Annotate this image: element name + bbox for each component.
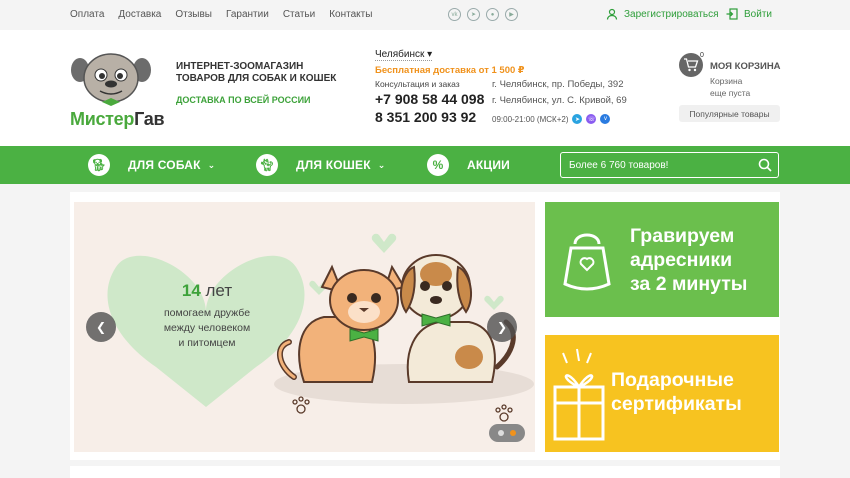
slide-years-number: 14 [181,281,201,300]
engraving-banner-text: Гравируем адресники за 2 минуты [630,224,747,296]
viber-icon[interactable]: ☏ [586,114,597,124]
gift-line-2: сертификаты [611,393,742,415]
nav-link-guarantees[interactable]: Гарантии [226,9,269,20]
gift-line-1: Подарочные [611,369,734,391]
logo-wordmark[interactable]: МистерГав [70,109,165,130]
slider-prev-button[interactable]: ❮ [86,312,116,342]
chevron-down-icon: ▾ [427,49,433,60]
slide-caption: помогаем дружбе между человеком и питомц… [126,306,288,351]
cart-status-line-1: Корзина [710,76,743,86]
nav-sales-label: АКЦИИ [467,158,511,172]
cat-icon: 🐈︎ [256,154,278,176]
promo-slider: 14 лет помогаем дружбе между человеком и… [74,202,535,452]
vk-icon[interactable]: v [600,114,611,124]
slide-years-word: лет [205,281,233,300]
engraving-line-1: Гравируем [630,225,735,247]
dog-icon: 🐕︎ [88,154,110,176]
cart-title[interactable]: МОЯ КОРЗИНА [710,61,781,72]
cart-count-badge: 0 [700,52,704,59]
chevron-left-icon: ❮ [95,320,107,334]
free-delivery-note: Бесплатная доставка от 1 500 ₽ [375,65,525,76]
chevron-down-icon: ⌄ [377,159,386,170]
slide-years: 14 лет [152,281,262,301]
nav-sales[interactable]: % АКЦИИ [427,146,510,184]
tagline-line-2: ТОВАРОВ ДЛЯ СОБАК И КОШЕК [176,73,337,84]
nav-link-payment[interactable]: Оплата [70,9,104,20]
cart-status: Корзина еще пуста [710,75,750,99]
vk-icon[interactable]: vk [448,8,461,21]
nav-link-contacts[interactable]: Контакты [329,9,372,20]
nav-cats[interactable]: 🐈︎ ДЛЯ КОШЕК ⌄ [256,146,386,184]
logo-text-dark: Гав [134,109,165,129]
tagline-line-1: ИНТЕРНЕТ-ЗООМАГАЗИН [176,61,304,72]
popular-products-button[interactable]: Популярные товары [679,105,780,122]
content-bottom-strip [70,466,780,478]
user-icon [606,8,618,20]
slide-caption-line-2: между человеком [163,322,251,334]
phone-landline[interactable]: 8 351 200 93 92 [375,109,476,125]
login-label: Войти [744,8,772,20]
hours-text: 09:00-21:00 (МСК+2) [492,114,569,124]
register-label: Зарегистрироваться [624,8,719,20]
top-nav: Оплата Доставка Отзывы Гарантии Статьи К… [70,9,372,20]
address-1: г. Челябинск, пр. Победы, 392 [492,79,624,90]
main-nav: 🐕︎ ДЛЯ СОБАК ⌄ 🐈︎ ДЛЯ КОШЕК ⌄ % АКЦИИ [0,146,850,184]
search-input[interactable] [569,158,749,172]
engraving-line-2: адресники [630,249,733,271]
nav-dogs[interactable]: 🐕︎ ДЛЯ СОБАК ⌄ [88,146,215,184]
slider-dot-2[interactable] [510,430,516,436]
nav-cats-label: ДЛЯ КОШЕК [296,158,371,172]
chevron-down-icon: ⌄ [207,159,216,170]
logo-text-green: Мистер [70,109,135,129]
site-header: МистерГав ИНТЕРНЕТ-ЗООМАГАЗИН ТОВАРОВ ДЛ… [0,30,850,146]
gift-certificates-banner[interactable]: Подарочные сертификаты [545,335,779,452]
youtube-icon[interactable]: ▶ [505,8,518,21]
address-2: г. Челябинск, ул. С. Кривой, 69 [492,95,627,106]
odnoklassniki-icon[interactable]: ● [486,8,499,21]
city-selector[interactable]: Челябинск ▾ [375,49,433,61]
tag-heart-icon [563,233,611,291]
engraving-banner[interactable]: Гравируем адресники за 2 минуты [545,202,779,317]
nav-link-reviews[interactable]: Отзывы [175,9,212,20]
slider-dots [489,424,525,442]
slider-next-button[interactable]: ❯ [487,312,517,342]
gift-banner-text: Подарочные сертификаты [611,368,742,416]
gift-box-icon [553,348,605,441]
register-link[interactable]: Зарегистрироваться [606,8,719,20]
slide-caption-line-1: помогаем дружбе [163,307,251,319]
social-links: vk ➤ ● ▶ [448,8,518,21]
top-bar: Оплата Доставка Отзывы Гарантии Статьи К… [0,0,850,30]
percent-icon: % [427,154,449,176]
store-tagline: ИНТЕРНЕТ-ЗООМАГАЗИН ТОВАРОВ ДЛЯ СОБАК И … [176,61,336,85]
delivery-russia-note: ДОСТАВКА ПО ВСЕЙ РОССИИ [176,95,311,105]
slider-dot-1[interactable] [498,430,504,436]
slide-caption-line-3: и питомцем [178,337,236,349]
login-icon [726,8,738,20]
phone-mobile[interactable]: +7 908 58 44 098 [375,91,484,107]
search-box [560,152,779,178]
telegram-icon[interactable]: ➤ [467,8,480,21]
chevron-right-icon: ❯ [496,320,508,334]
nav-link-articles[interactable]: Статьи [283,9,315,20]
engraving-line-3: за 2 минуты [630,273,748,295]
cart-status-line-2: еще пуста [710,88,751,98]
login-link[interactable]: Войти [726,8,772,20]
telegram-icon[interactable]: ➤ [572,114,583,124]
consult-label: Консультация и заказ [375,79,460,89]
working-hours: 09:00-21:00 (МСК+2) ➤ ☏ v [492,114,611,124]
search-icon[interactable] [758,158,772,172]
city-label: Челябинск [375,49,425,60]
nav-dogs-label: ДЛЯ СОБАК [128,158,201,172]
nav-link-delivery[interactable]: Доставка [118,9,161,20]
